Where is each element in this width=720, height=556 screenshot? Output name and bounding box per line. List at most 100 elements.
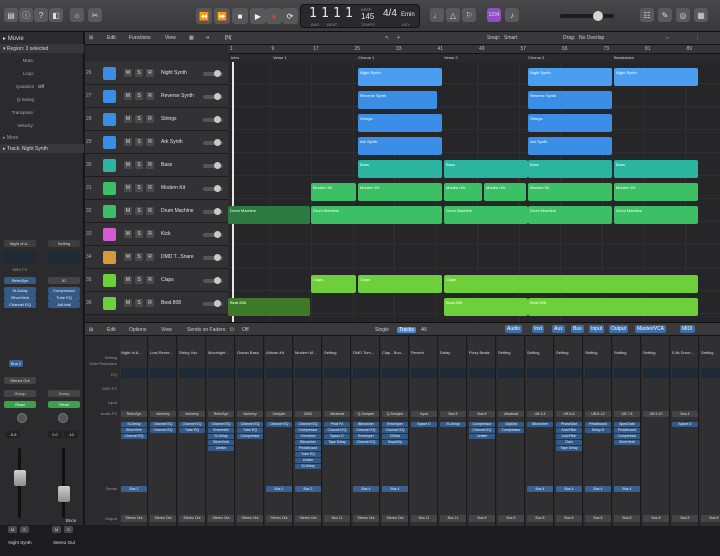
solo-button[interactable]: S xyxy=(135,207,143,215)
region-param-row[interactable]: Transpose: xyxy=(0,108,84,118)
input-slot[interactable]: RetroSyn xyxy=(121,411,147,417)
audio-fx-slot[interactable]: SilverVerb xyxy=(208,440,234,445)
tracks-view-menu[interactable]: View xyxy=(165,35,176,41)
solo-button[interactable]: S xyxy=(135,253,143,261)
strip-setting[interactable]: Setting xyxy=(324,350,350,358)
solo-button[interactable]: S xyxy=(135,184,143,192)
strip-setting[interactable]: DMD Tom... xyxy=(353,350,379,358)
region-beat-808-2[interactable]: Beat 808 xyxy=(444,298,528,316)
audio-fx-slot[interactable]: Compressor xyxy=(469,422,495,427)
audio-fx-slot[interactable]: St-Delay xyxy=(440,422,466,427)
mute-button[interactable]: M xyxy=(124,92,132,100)
audio-fx-slot[interactable]: ClipDist xyxy=(498,422,524,427)
forward-button[interactable]: ⏩ xyxy=(214,8,230,24)
solo-button[interactable]: S xyxy=(135,138,143,146)
track-name[interactable]: DMD T...Snare xyxy=(161,254,194,260)
track-name[interactable]: Strings xyxy=(161,116,177,122)
track-volume-slider[interactable] xyxy=(203,70,223,77)
audio-fx-slot[interactable]: SilverVerb xyxy=(121,428,147,433)
marker[interactable]: Intro xyxy=(231,55,239,60)
strip-setting[interactable]: Setting xyxy=(585,350,611,358)
instrument-slot[interactable]: RetroSyn xyxy=(4,277,36,284)
input-slot[interactable]: DMD xyxy=(295,411,321,417)
solo-button[interactable]: S xyxy=(135,230,143,238)
library-icon[interactable]: ▤ xyxy=(4,8,18,22)
track-volume-slider[interactable] xyxy=(203,93,223,100)
solo-button[interactable]: S xyxy=(135,299,143,307)
zoom-icon[interactable]: ⇔ xyxy=(665,35,670,41)
grid-view-icon[interactable]: ▦ xyxy=(189,35,194,41)
record-enable-button[interactable]: R xyxy=(146,299,154,307)
audio-fx-slot[interactable]: Limiter xyxy=(469,434,495,439)
output-fader-track[interactable] xyxy=(62,448,65,518)
audio-fx-slot[interactable]: Channel EQ xyxy=(295,422,321,427)
region-drum-machine-3[interactable]: Drum Machine xyxy=(444,206,528,224)
lcd-display[interactable]: 1 1 1 1 BAR BEAT KEEP 145 TEMPO 4/4 Emin… xyxy=(300,4,420,28)
track-volume-slider[interactable] xyxy=(203,254,223,261)
input-slot[interactable]: Ultrabeat xyxy=(498,411,524,417)
send-slot[interactable]: Bus 4 xyxy=(527,486,553,492)
mute-button[interactable]: M xyxy=(8,526,17,533)
strip-setting[interactable]: Delay xyxy=(440,350,466,358)
solo-button[interactable]: S xyxy=(135,115,143,123)
output-slot[interactable]: Stereo Out xyxy=(237,515,263,522)
strip-setting[interactable]: String Vox xyxy=(179,350,205,358)
input-slot[interactable]: RetroSyn xyxy=(208,411,234,417)
mute-button[interactable]: M xyxy=(124,161,132,169)
output-slot[interactable]: Stereo Out xyxy=(121,515,147,522)
audio-fx-slot[interactable]: Channel EQ xyxy=(382,428,408,433)
audio-fx-slot[interactable]: Tube EQ xyxy=(237,428,263,433)
playhead[interactable] xyxy=(232,62,234,322)
strip-setting[interactable]: Setting xyxy=(498,350,524,358)
track-header[interactable]: 34 M S R DMD T...Snare xyxy=(85,246,228,269)
strip-setting[interactable]: Moonlight... xyxy=(208,350,234,358)
strip-setting[interactable]: Setting xyxy=(527,350,553,358)
eq-thumbnail[interactable] xyxy=(672,368,698,378)
audio-fx-slot[interactable]: SilverVerb xyxy=(614,440,640,445)
record-enable-button[interactable]: R xyxy=(146,276,154,284)
mute-button[interactable]: M xyxy=(124,184,132,192)
audio-fx-slot[interactable]: Overdrive xyxy=(295,434,321,439)
output-group-slot[interactable]: Group xyxy=(48,390,80,397)
send-slot[interactable]: Bus 1 xyxy=(266,486,292,492)
audio-fx-slot[interactable]: Space D xyxy=(324,434,350,439)
region-night-synth-1[interactable]: Night Synth xyxy=(358,68,442,86)
pointer-tool-icon[interactable]: ↖ xyxy=(385,35,389,41)
region-reverse-synth-2[interactable]: Reverse Synth xyxy=(528,91,612,109)
eq-thumbnail[interactable] xyxy=(179,368,205,378)
track-volume-knob[interactable] xyxy=(214,254,221,261)
mute-button[interactable]: M xyxy=(124,276,132,284)
marker[interactable]: Verse 1 xyxy=(273,55,287,60)
mute-button[interactable]: M xyxy=(124,69,132,77)
track-volume-knob[interactable] xyxy=(214,231,221,238)
audio-fx-slot[interactable]: Enveloper xyxy=(382,422,408,427)
input-slot[interactable]: Ultrabeat xyxy=(324,411,350,417)
input-slot[interactable]: Input xyxy=(411,411,437,417)
send-slot[interactable]: Bus 4 xyxy=(614,486,640,492)
scissors-icon[interactable]: ✂ xyxy=(88,8,102,22)
audio-fx-slot[interactable]: Compressor xyxy=(498,428,524,433)
audio-fx-slot[interactable]: AutoFilter xyxy=(556,428,582,433)
track-volume-slider[interactable] xyxy=(203,185,223,192)
audio-fx-slot[interactable]: PhaseDist xyxy=(556,422,582,427)
movie-section[interactable]: ▸ Movie xyxy=(3,35,24,42)
audio-fx-slot[interactable]: Limiter xyxy=(295,458,321,463)
region-param-row[interactable]: Quantize Off xyxy=(0,82,84,92)
output-slot[interactable]: Bus 8 xyxy=(556,515,582,522)
audio-fx-slot[interactable]: Tube EQ xyxy=(179,428,205,433)
audio-fx-slot[interactable]: Channel EQ xyxy=(266,422,292,427)
waveform-zoom-icon[interactable]: ⋮ xyxy=(695,35,700,41)
output-automation-mode[interactable]: Read xyxy=(48,401,80,408)
solo-button[interactable]: S xyxy=(20,526,29,533)
track-volume-slider[interactable] xyxy=(203,208,223,215)
track-name[interactable]: Bass xyxy=(161,162,172,168)
solo-button[interactable]: S xyxy=(135,92,143,100)
output-slot[interactable]: Bus 11 xyxy=(440,515,466,522)
audio-fx-slot[interactable]: AutoFilter xyxy=(556,434,582,439)
tracks-functions-menu[interactable]: Functions xyxy=(129,35,151,41)
audio-fx-slot[interactable]: Delay D xyxy=(585,428,611,433)
track-header[interactable]: 33 M S R Kick xyxy=(85,223,228,246)
send-slot[interactable]: Bus 4 xyxy=(382,486,408,492)
strip-setting[interactable]: Clap - Boo... xyxy=(382,350,408,358)
strip-setting[interactable]: 0.8s Drum... xyxy=(672,350,698,358)
